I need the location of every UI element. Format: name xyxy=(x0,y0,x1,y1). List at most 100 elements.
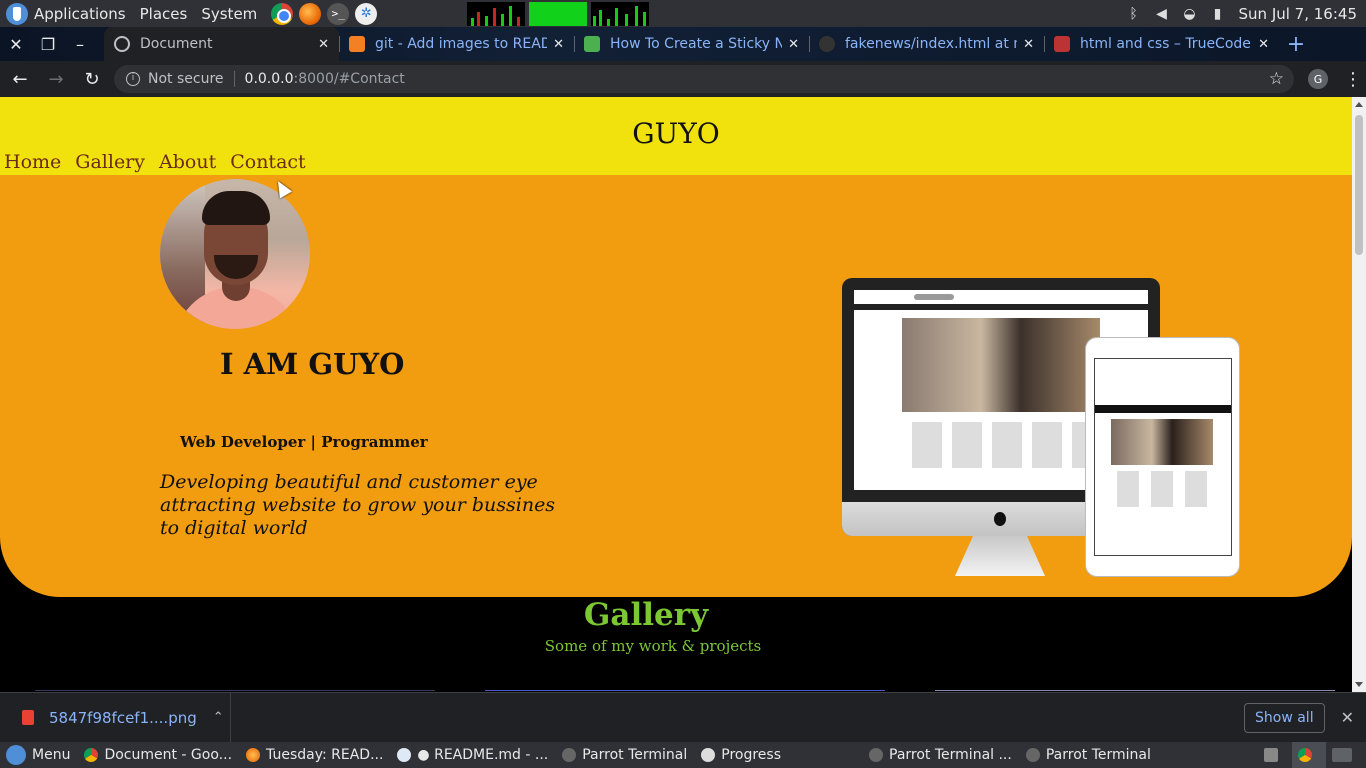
show-all-button[interactable]: Show all xyxy=(1244,702,1325,733)
truecode-icon xyxy=(1054,36,1070,52)
taskbar-item-terminal[interactable]: Parrot Terminal xyxy=(1020,742,1159,768)
taskbar-item-label: ● README.md - ... xyxy=(417,747,549,763)
volume-icon[interactable]: ◀ xyxy=(1155,7,1169,21)
reload-icon[interactable]: ↻ xyxy=(76,63,108,95)
gallery-divider xyxy=(485,690,885,691)
gallery-divider xyxy=(935,690,1335,691)
close-window-icon[interactable]: ✕ xyxy=(0,27,32,61)
stackoverflow-icon xyxy=(349,36,365,52)
bluetooth-icon[interactable]: ᛒ xyxy=(1127,7,1141,21)
clock[interactable]: Sun Jul 7, 16:45 xyxy=(1239,5,1357,23)
profile-avatar[interactable]: G xyxy=(1308,69,1328,89)
download-file-name[interactable]: 5847f98fcef1....png xyxy=(49,709,197,727)
hero-role: Web Developer | Programmer xyxy=(180,433,428,451)
taskbar-item-terminal[interactable]: Parrot Terminal ... xyxy=(863,742,1020,768)
chrome-icon xyxy=(84,748,99,762)
browser-toolbar: ← → ↻ i Not secure 0.0.0.0 :8000/#Contac… xyxy=(0,61,1366,97)
gallery-subtitle: Some of my work & projects xyxy=(544,637,762,655)
tablet-mockup xyxy=(1085,337,1240,577)
cpu-graph xyxy=(467,1,526,26)
tab-fakenews-github[interactable]: fakenews/index.html at m ✕ xyxy=(809,27,1044,61)
tab-document[interactable]: Document ✕ xyxy=(104,27,339,61)
site-header: GUYO Home Gallery About Contact xyxy=(0,97,1352,175)
info-icon[interactable]: i xyxy=(126,72,140,86)
url-path[interactable]: :8000/#Contact xyxy=(294,71,405,87)
vscode-icon xyxy=(397,748,412,762)
tab-title: html and css – TrueCode xyxy=(1080,36,1251,52)
w3schools-icon xyxy=(584,36,600,52)
page-scrollbar[interactable] xyxy=(1352,97,1366,692)
close-tab-icon[interactable]: ✕ xyxy=(553,37,564,52)
chevron-up-icon[interactable]: ⌃ xyxy=(213,710,224,725)
hero-heading: I AM GUYO xyxy=(220,347,405,381)
nav-link-gallery[interactable]: Gallery xyxy=(75,151,145,173)
url-host[interactable]: 0.0.0.0 xyxy=(245,71,294,87)
page-viewport: GUYO Home Gallery About Contact I AM GUY… xyxy=(0,97,1352,692)
restore-window-icon[interactable]: ❐ xyxy=(32,27,64,61)
hero-tagline: Developing beautiful and customer eye at… xyxy=(160,471,556,539)
taskbar-item-label: Parrot Terminal ... xyxy=(889,747,1012,763)
scrollbar-thumb[interactable] xyxy=(1355,115,1363,255)
taskbar-item-terminal[interactable]: Parrot Terminal xyxy=(556,742,695,768)
close-tab-icon[interactable]: ✕ xyxy=(318,37,329,52)
gallery-title: Gallery xyxy=(583,597,709,633)
taskbar-item-chrome[interactable]: Document - Goo... xyxy=(78,742,240,768)
menu-logo-icon[interactable] xyxy=(6,745,26,765)
nav-link-home[interactable]: Home xyxy=(4,151,61,173)
divider xyxy=(233,71,235,87)
tab-title: How To Create a Sticky N xyxy=(610,36,783,52)
battery-icon[interactable]: ▮ xyxy=(1211,7,1225,21)
taskbar-menu-button[interactable]: Menu xyxy=(32,742,78,768)
taskbar-item-firefox[interactable]: Tuesday: READ... xyxy=(240,742,391,768)
taskbar-item-label: Document - Goo... xyxy=(104,747,233,763)
new-tab-button[interactable]: + xyxy=(1279,27,1313,61)
wifi-icon[interactable]: ◒ xyxy=(1183,7,1197,21)
bookmark-star-icon[interactable]: ☆ xyxy=(1269,69,1284,89)
close-tab-icon[interactable]: ✕ xyxy=(788,37,799,52)
chrome-launcher-icon[interactable] xyxy=(271,2,294,25)
taskbar-item-label: Tuesday: READ... xyxy=(266,747,384,763)
gallery-divider xyxy=(35,690,435,691)
address-bar[interactable]: i Not secure 0.0.0.0 :8000/#Contact ☆ xyxy=(114,65,1294,93)
parrot-logo-icon[interactable] xyxy=(6,2,28,25)
back-icon[interactable]: ← xyxy=(4,63,36,95)
taskbar-item-progress[interactable]: Progress xyxy=(695,742,789,768)
github-icon xyxy=(819,36,835,52)
network-graph xyxy=(591,1,650,26)
system-menu[interactable]: System xyxy=(201,5,257,23)
places-menu[interactable]: Places xyxy=(140,5,188,23)
forward-icon[interactable]: → xyxy=(40,63,72,95)
taskbar-item-vscode[interactable]: ● README.md - ... xyxy=(391,742,556,768)
tab-sticky-nav[interactable]: How To Create a Sticky N ✕ xyxy=(574,27,809,61)
taskbar-item-label: Parrot Terminal xyxy=(1045,747,1151,763)
memory-graph xyxy=(529,1,588,26)
vscode-launcher-icon[interactable]: ✲ xyxy=(355,2,378,25)
firefox-icon xyxy=(246,748,261,762)
workspace-files-icon[interactable] xyxy=(1326,742,1366,768)
download-item[interactable]: 5847f98fcef1....png ⌃ xyxy=(0,692,231,743)
apple-logo-icon xyxy=(994,512,1006,526)
close-tab-icon[interactable]: ✕ xyxy=(1023,37,1034,52)
os-top-panel: Applications Places System >_ ✲ ᛒ ◀ ◒ ▮ … xyxy=(0,0,1366,27)
close-tab-icon[interactable]: ✕ xyxy=(1258,37,1269,52)
close-shelf-icon[interactable]: ✕ xyxy=(1341,708,1354,727)
os-taskbar: Menu Document - Goo... Tuesday: READ... … xyxy=(0,742,1366,768)
security-label[interactable]: Not secure xyxy=(148,71,224,87)
scroll-down-icon[interactable] xyxy=(1355,682,1363,687)
tab-git-add-images[interactable]: git - Add images to READ ✕ xyxy=(339,27,574,61)
applications-menu[interactable]: Applications xyxy=(34,5,126,23)
taskbar-item-label: Progress xyxy=(721,747,782,763)
workspace-chrome-icon[interactable] xyxy=(1292,742,1326,768)
taskbar-item-label: Parrot Terminal xyxy=(582,747,688,763)
minimize-window-icon[interactable]: – xyxy=(64,27,96,61)
tab-title: git - Add images to READ xyxy=(375,36,548,52)
terminal-launcher-icon[interactable]: >_ xyxy=(327,2,350,25)
workspace-switcher-icon[interactable] xyxy=(1258,742,1292,768)
nav-link-about[interactable]: About xyxy=(159,151,216,173)
tab-truecode[interactable]: html and css – TrueCode ✕ xyxy=(1044,27,1279,61)
browser-menu-icon[interactable]: ⋮ xyxy=(1344,69,1362,90)
site-brand: GUYO xyxy=(632,117,720,150)
nav-link-contact[interactable]: Contact xyxy=(230,151,305,173)
scroll-up-icon[interactable] xyxy=(1355,102,1363,107)
firefox-launcher-icon[interactable] xyxy=(299,2,322,25)
